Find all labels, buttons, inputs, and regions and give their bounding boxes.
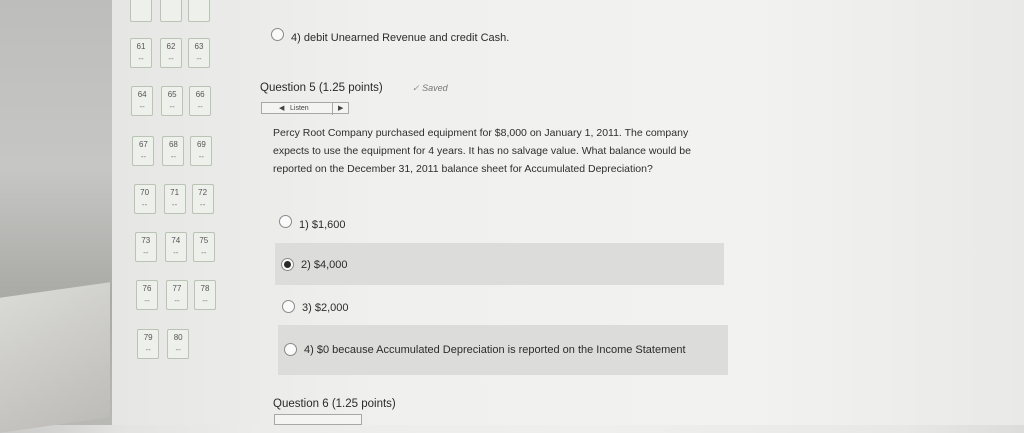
question-nav-number: 73	[141, 236, 151, 245]
listen-button[interactable]: ◀ Listen ▶	[261, 102, 349, 115]
question-nav-cell[interactable]: 73 --	[134, 232, 157, 262]
question-nav-status: --	[171, 200, 178, 209]
prev-q-option-4-radio[interactable]	[271, 28, 284, 41]
question-nav-number: 67	[138, 140, 148, 149]
question-nav-cell[interactable]	[130, 0, 152, 22]
q5-option-1-radio[interactable]	[279, 215, 292, 228]
question-nav-cell[interactable]: 64 --	[131, 86, 154, 116]
question-nav-number: 68	[168, 140, 178, 149]
question-5-body: Percy Root Company purchased equipment f…	[273, 127, 691, 175]
q5-option-4-label: 4) $0 because Accumulated Depreciation i…	[304, 344, 686, 356]
question-nav-cell[interactable]: 69 --	[190, 136, 213, 166]
checkmark-icon: ✓	[412, 83, 420, 93]
question-nav-status: --	[144, 296, 150, 305]
question-nav-cell[interactable]: 63 --	[188, 38, 210, 68]
question-nav-status: --	[169, 102, 175, 111]
q5-option-2-label: 2) $4,000	[301, 259, 348, 271]
question-nav-cell[interactable]: 66 --	[189, 86, 212, 116]
question-nav-number: 66	[195, 90, 205, 99]
question-nav-number: 62	[166, 42, 176, 51]
question-nav-cell[interactable]: 79 --	[137, 329, 160, 359]
question-nav-cell[interactable]: 78 --	[194, 280, 216, 310]
prev-q-option-4-label: 4) debit Unearned Revenue and credit Cas…	[291, 32, 510, 44]
question-nav-status: --	[174, 296, 180, 305]
question-nav-cell[interactable]	[160, 0, 182, 22]
question-nav-cell[interactable]: 67 --	[132, 136, 155, 166]
question-nav-cell[interactable]: 72 --	[191, 184, 214, 214]
q5-option-2-radio[interactable]	[281, 258, 294, 271]
question-nav-grid: 61 -- 62 -- 63 -- 64 -- 65 -- 66 -- 67 -- 68 -- 69 -- 70 --…	[120, 0, 230, 425]
question-nav-number: 80	[173, 333, 183, 342]
question-nav-number: 79	[143, 333, 153, 342]
question-nav-cell[interactable]: 71 --	[163, 184, 186, 214]
question-nav-number: 63	[194, 42, 204, 51]
play-icon[interactable]: ▶	[332, 103, 343, 115]
question-6-title: Question 6 (1.25 points)	[273, 398, 396, 410]
question-5-title: Question 5 (1.25 points)	[260, 82, 383, 94]
question-nav-number: 64	[137, 90, 147, 99]
question-nav-cell[interactable]: 65 --	[161, 86, 184, 116]
background-paper	[0, 282, 110, 433]
question-nav-cell[interactable]: 80 --	[167, 329, 190, 359]
question-nav-number: 69	[196, 140, 206, 149]
question-nav-status: --	[138, 54, 144, 63]
question-nav-number: 72	[198, 188, 208, 197]
question-nav-status: --	[173, 248, 179, 257]
q5-option-3-radio[interactable]	[282, 300, 295, 313]
question-nav-status: --	[197, 102, 203, 111]
question-nav-number: 77	[172, 284, 182, 293]
question-nav-cell[interactable]: 62 --	[160, 38, 182, 68]
question-nav-status: --	[201, 248, 207, 257]
question-nav-number: 76	[142, 284, 152, 293]
question-nav-cell[interactable]: 75 --	[192, 232, 215, 262]
question-nav-number: 71	[170, 188, 180, 197]
question-nav-status: --	[139, 102, 145, 111]
question-nav-cell[interactable]: 74 --	[164, 232, 187, 262]
question-nav-cell[interactable]: 61 --	[130, 38, 152, 68]
question-nav-status: --	[202, 296, 208, 305]
question-nav-number: 61	[136, 42, 146, 51]
question-nav-status: --	[141, 200, 148, 209]
q6-listen-button[interactable]	[274, 414, 362, 425]
question-nav-cell[interactable]: 76 --	[136, 280, 158, 310]
question-nav-status: --	[170, 152, 177, 161]
question-nav-number: 74	[171, 236, 181, 245]
question-nav-status: --	[175, 345, 181, 354]
question-nav-status: --	[198, 152, 205, 161]
question-nav-number: 70	[140, 188, 150, 197]
speaker-icon: ◀	[279, 105, 285, 112]
question-nav-cell[interactable]: 70 --	[133, 184, 156, 214]
listen-label: Listen	[290, 105, 309, 112]
question-nav-status: --	[145, 345, 151, 354]
question-nav-status: --	[199, 200, 206, 209]
q5-option-1-label: 1) $1,600	[299, 219, 346, 231]
question-nav-cell[interactable]	[188, 0, 210, 22]
q5-option-3-label: 3) $2,000	[302, 302, 349, 314]
question-nav-number: 78	[200, 284, 210, 293]
question-nav-status: --	[196, 54, 202, 63]
question-nav-number: 65	[167, 90, 177, 99]
saved-status: ✓ Saved	[412, 83, 448, 94]
question-nav-number: 75	[199, 236, 209, 245]
saved-label: Saved	[422, 83, 448, 93]
question-nav-status: --	[168, 54, 174, 63]
question-nav-cell[interactable]: 77 --	[166, 280, 188, 310]
question-nav-status: --	[140, 152, 147, 161]
question-nav-status: --	[143, 248, 149, 257]
question-nav-cell[interactable]: 68 --	[162, 136, 185, 166]
q5-option-4-radio[interactable]	[284, 343, 297, 356]
